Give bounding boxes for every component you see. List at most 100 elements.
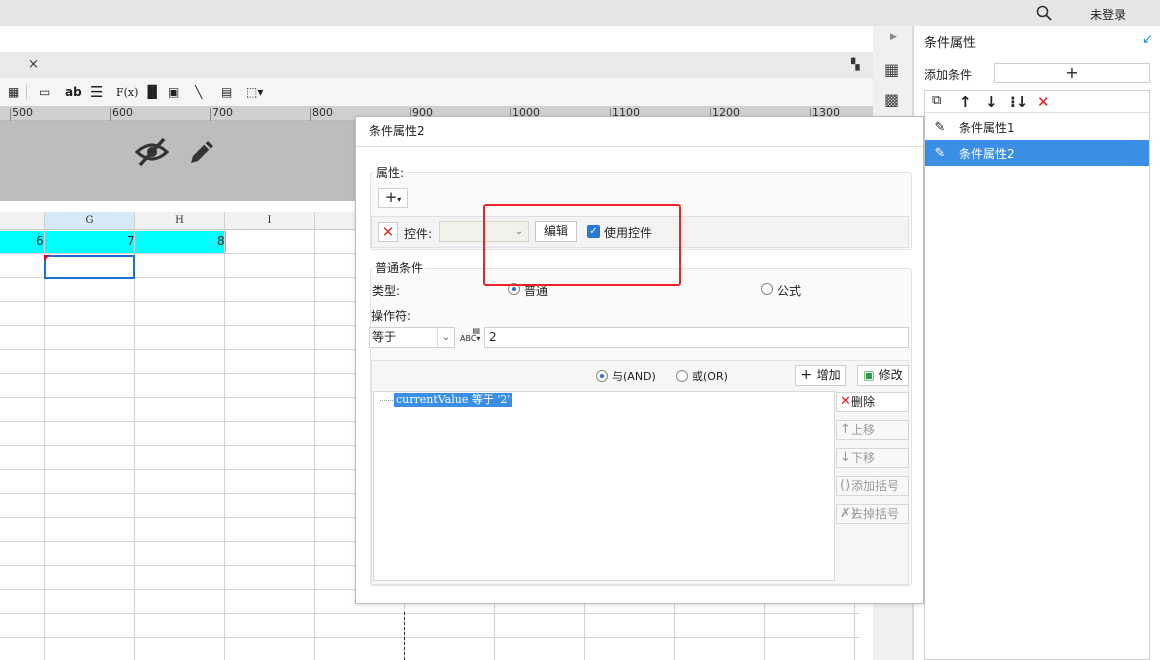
border-icon[interactable]: ⬚▾ (246, 82, 263, 102)
top-bar (0, 0, 1160, 26)
ruler-tick: 700 (212, 106, 233, 119)
pencil-icon: ✎ (934, 119, 946, 135)
add-condition-label: 添加条件 (924, 68, 973, 82)
condition-tree[interactable] (373, 391, 835, 581)
type-formula-label: 公式 (777, 284, 802, 298)
arrow-up-icon: ↑ (840, 422, 851, 437)
modify-icon: ▣ (863, 368, 879, 382)
search-icon[interactable] (1036, 5, 1052, 21)
column-header[interactable] (0, 212, 45, 230)
tab-bar (0, 52, 873, 78)
plus-icon: + (800, 367, 817, 383)
type-formula-radio[interactable] (761, 283, 773, 295)
condition-list (924, 90, 1150, 660)
tree-connector (380, 400, 393, 401)
chevron-down-icon[interactable]: ⌄ (437, 328, 454, 347)
bracket-icon: () (840, 478, 851, 493)
cell-marker (44, 255, 50, 261)
arrow-down-icon[interactable]: ↓ (985, 93, 998, 111)
column-header-g[interactable]: G (45, 212, 135, 230)
column-header-i[interactable]: I (225, 212, 315, 230)
dropdown-caret-icon: ▾ (397, 195, 402, 204)
doc-icon[interactable]: ▤ (221, 82, 232, 102)
add-bracket-button[interactable]: () 添加括号 (836, 476, 909, 496)
selected-cell[interactable] (44, 255, 135, 279)
pin-arrow-icon[interactable]: ↙ (1142, 32, 1153, 47)
remove-bracket-button[interactable]: ✗) 去掉括号 (836, 504, 909, 524)
bar-chart-icon[interactable]: ▐▌ (143, 82, 161, 102)
move-down-label: 下移 (851, 451, 876, 465)
cell-property-icon[interactable]: ▦ (884, 60, 899, 79)
pencil-icon: ✎ (934, 145, 946, 161)
toolbar-divider (26, 84, 27, 100)
add-condition-button[interactable]: + (994, 63, 1150, 83)
text-ab-icon[interactable]: ab (65, 82, 82, 102)
or-label: 或(OR) (692, 370, 728, 383)
sort-down-icon[interactable]: ⁝↓ (1010, 93, 1028, 111)
remove-bracket-label: 去掉括号 (851, 507, 900, 521)
add-condition-item-button[interactable]: + 增加 (795, 365, 846, 386)
condition-item[interactable]: currentValue 等于 '2' (394, 393, 513, 407)
grid-icon[interactable]: ▦ (8, 82, 19, 102)
control-label: 控件: (404, 227, 433, 241)
list-item-label: 条件属性2 (959, 146, 1015, 161)
ruler-tick: 800 (312, 106, 333, 119)
ruler-mark (310, 108, 311, 121)
remove-bracket-icon: ✗) (840, 506, 856, 521)
close-icon[interactable]: × (28, 57, 39, 72)
pin-icon[interactable]: ▚ (851, 58, 859, 71)
abc-icon-text: ABC▾ (460, 334, 481, 343)
delete-button[interactable]: ✕ 删除 (836, 392, 909, 412)
ruler-tick: 500 (12, 106, 33, 119)
textfield-icon[interactable]: ▭ (39, 82, 50, 102)
and-radio[interactable] (596, 370, 608, 382)
login-link[interactable]: 未登录 (1090, 6, 1126, 23)
ruler-mark (110, 108, 111, 121)
column-header-h[interactable]: H (135, 212, 225, 230)
copy-icon[interactable]: ⧉ (932, 93, 941, 108)
eye-off-icon[interactable] (134, 136, 170, 168)
dialog-title: 条件属性2 (369, 124, 425, 138)
list-item-active[interactable]: ✎ 条件属性2 (925, 140, 1149, 166)
cell-value[interactable]: 6 (36, 234, 44, 248)
add-label: 增加 (816, 368, 841, 382)
ruler-mark (10, 108, 11, 121)
and-label: 与(AND) (612, 370, 656, 383)
attributes-label: 属性: (374, 164, 407, 181)
add-bracket-label: 添加括号 (851, 479, 900, 493)
annotation-highlight (483, 204, 681, 286)
list-item-label: 条件属性1 (959, 120, 1015, 135)
grid-line (0, 613, 860, 614)
modify-label: 修改 (878, 368, 903, 382)
normal-condition-label: 普通条件 (373, 259, 426, 276)
or-radio[interactable] (676, 370, 688, 382)
grid-line (0, 637, 860, 638)
delete-icon[interactable]: ✕ (1037, 93, 1050, 111)
move-up-label: 上移 (851, 423, 876, 437)
add-attribute-button[interactable]: +▾ (378, 188, 408, 208)
arrow-up-icon[interactable]: ↑ (959, 93, 972, 111)
panel-title: 条件属性 (924, 36, 977, 51)
abc-type-icon[interactable]: ▤ ABC▾ (460, 327, 480, 348)
collapse-arrow-icon[interactable]: ▶ (890, 32, 897, 42)
slash-icon[interactable]: ╲ (195, 82, 202, 102)
dialog-divider (356, 146, 923, 147)
move-up-button[interactable]: ↑ 上移 (836, 420, 909, 440)
value-input[interactable]: 2 (484, 327, 909, 348)
pencil-icon[interactable] (186, 136, 218, 168)
type-label: 类型: (372, 284, 401, 298)
remove-attribute-icon[interactable]: ✕ (378, 222, 398, 242)
highlight-row (0, 231, 226, 253)
modify-button[interactable]: ▣ 修改 (857, 365, 909, 386)
move-down-button[interactable]: ↓ 下移 (836, 448, 909, 468)
list-item[interactable]: ✎ 条件属性1 (925, 114, 1149, 140)
formula-icon[interactable]: F(x) (116, 82, 138, 102)
condition-property-icon[interactable]: ▩ (884, 90, 899, 109)
delete-label: 删除 (851, 395, 876, 409)
align-icon[interactable]: ☰ (90, 82, 103, 102)
page-break-line (404, 612, 405, 660)
image-icon[interactable]: ▣ (168, 82, 179, 102)
operator-label: 操作符: (371, 309, 412, 323)
ruler-mark (210, 108, 211, 121)
plus-label: + (384, 188, 398, 206)
